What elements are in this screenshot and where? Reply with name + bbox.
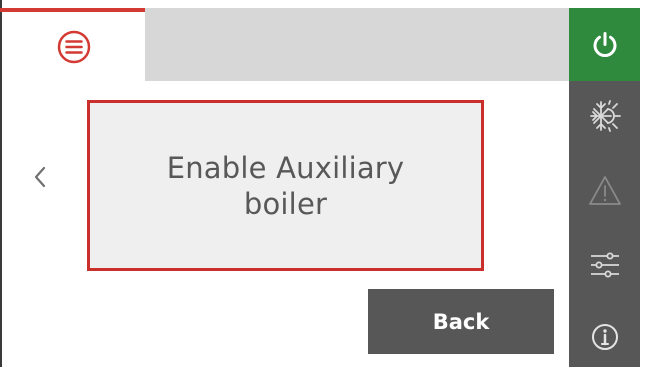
alarms-button[interactable] — [569, 155, 640, 227]
previous-button[interactable] — [28, 160, 52, 194]
message-text: Enable Auxiliary boiler — [166, 150, 405, 221]
climate-mode-button[interactable] — [569, 83, 640, 149]
settings-button[interactable] — [569, 229, 640, 300]
info-button[interactable] — [569, 307, 640, 367]
menu-icon — [57, 30, 91, 64]
back-button[interactable]: Back — [368, 289, 554, 354]
power-button[interactable] — [569, 8, 640, 81]
settings-sliders-icon — [587, 248, 623, 282]
menu-button[interactable] — [2, 12, 145, 81]
info-icon — [590, 322, 620, 352]
heat-cool-icon — [586, 97, 624, 135]
chevron-left-icon — [32, 165, 48, 189]
header-bar — [145, 8, 569, 81]
message-panel: Enable Auxiliary boiler — [87, 100, 484, 271]
warning-icon — [587, 174, 623, 208]
power-icon — [589, 29, 621, 61]
screen-right-edge — [640, 0, 647, 367]
control-screen: Enable Auxiliary boiler Back — [0, 0, 647, 367]
